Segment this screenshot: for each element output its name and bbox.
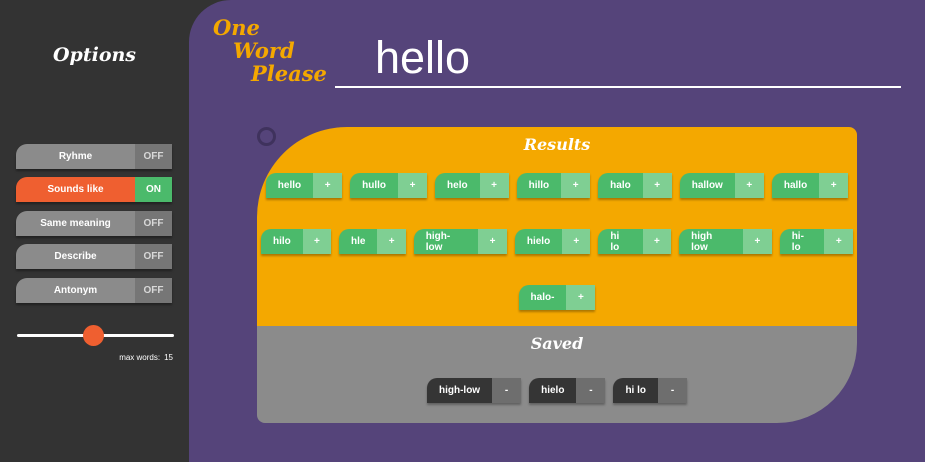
remove-saved-button[interactable]: - [576,378,606,403]
saved-word: high-low [426,378,493,403]
result-word[interactable]: hle [339,229,378,254]
add-to-saved-button[interactable]: + [566,285,596,310]
option-rhyme-toggle[interactable]: Ryhme OFF [16,144,172,169]
add-to-saved-button[interactable]: + [478,229,507,254]
max-words-value: 15 [164,353,173,362]
remove-saved-button[interactable]: - [658,378,687,403]
result-word[interactable]: hi-lo [779,229,825,254]
add-to-saved-button[interactable]: + [302,229,332,254]
result-word[interactable]: helo [435,173,480,198]
add-to-saved-button[interactable]: + [562,229,591,254]
word-search-input[interactable] [335,30,901,88]
add-to-saved-button[interactable]: + [642,229,672,254]
app-logo: One Word Please [213,16,327,85]
add-to-saved-button[interactable]: + [642,173,672,198]
option-label: Antonym [16,278,135,303]
add-to-saved-button[interactable]: + [743,229,772,254]
result-word[interactable]: hullo [350,173,399,198]
result-word[interactable]: hi lo [598,229,643,254]
logo-line: One [213,15,260,40]
result-chip: hello + [265,173,343,198]
option-label: Same meaning [16,211,135,236]
option-state: OFF [135,211,172,236]
option-label: Sounds like [16,177,135,202]
result-chip: helo + [435,173,509,198]
options-sidebar: Options Ryhme OFF Sounds like ON Same me… [0,0,189,462]
result-chip: hilo + [261,229,332,254]
result-word[interactable]: high-low [413,229,479,254]
result-word[interactable]: halo- [518,285,567,310]
option-label: Describe [16,244,135,269]
result-chip: hi-lo + [779,229,853,254]
option-state: OFF [135,144,172,169]
result-word[interactable]: hillo [516,173,562,198]
option-state: OFF [135,244,172,269]
saved-chip: hielo - [529,378,606,403]
result-word[interactable]: hielo [514,229,563,254]
results-row: hilo + hle + high-low + hielo + hi lo + high low + h… [257,229,857,254]
result-chip: halo- + [518,285,596,310]
option-label: Ryhme [16,144,135,169]
option-sounds-like-toggle[interactable]: Sounds like ON [16,177,172,202]
add-to-saved-button[interactable]: + [824,229,853,254]
results-row: hello + hullo + helo + hillo + halo + hallow + hallo… [257,173,857,198]
option-state: OFF [135,278,172,303]
add-to-saved-button[interactable]: + [479,173,509,198]
max-words-label: max words: [119,353,161,362]
add-to-saved-button[interactable]: + [398,173,428,198]
results-row: halo- + [257,285,857,310]
option-describe-toggle[interactable]: Describe OFF [16,244,172,269]
logo-line: Please [251,61,327,86]
saved-chip: hi lo - [613,378,687,403]
result-word[interactable]: hilo [261,229,303,254]
result-word[interactable]: halo [598,173,643,198]
add-to-saved-button[interactable]: + [734,173,764,198]
add-to-saved-button[interactable]: + [313,173,343,198]
logo-line: Word [233,38,295,63]
result-chip: hallow + [679,173,764,198]
result-chip: hielo + [514,229,591,254]
result-chip: hillo + [516,173,591,198]
remove-saved-button[interactable]: - [492,378,522,403]
option-state: ON [135,177,172,202]
result-chip: hullo + [350,173,428,198]
saved-chip: high-low - [426,378,522,403]
max-words-readout: max words: 15 [60,353,173,362]
result-chip: high low + [679,229,772,254]
result-word[interactable]: hallo [771,173,820,198]
results-title: Results [523,135,591,154]
add-to-saved-button[interactable]: + [561,173,591,198]
circle-icon [257,127,276,146]
saved-panel: Saved high-low - hielo - hi lo - [257,326,857,423]
max-words-slider-thumb[interactable] [82,325,104,346]
saved-title: Saved [530,334,584,353]
options-title: Options [52,44,136,66]
result-word[interactable]: hallow [679,173,735,198]
add-to-saved-button[interactable]: + [377,229,406,254]
result-chip: hle + [339,229,406,254]
option-same-meaning-toggle[interactable]: Same meaning OFF [16,211,172,236]
result-chip: halo + [598,173,672,198]
results-panel: Results hello + hullo + helo + hillo + halo + hall… [257,127,857,327]
result-chip: hallo + [771,173,849,198]
result-word[interactable]: high low [679,229,744,254]
result-chip: hi lo + [598,229,672,254]
saved-word: hielo [529,378,577,403]
result-word[interactable]: hello [265,173,314,198]
option-antonym-toggle[interactable]: Antonym OFF [16,278,172,303]
result-chip: high-low + [413,229,507,254]
saved-row: high-low - hielo - hi lo - [257,378,857,403]
add-to-saved-button[interactable]: + [819,173,849,198]
saved-word: hi lo [613,378,658,403]
